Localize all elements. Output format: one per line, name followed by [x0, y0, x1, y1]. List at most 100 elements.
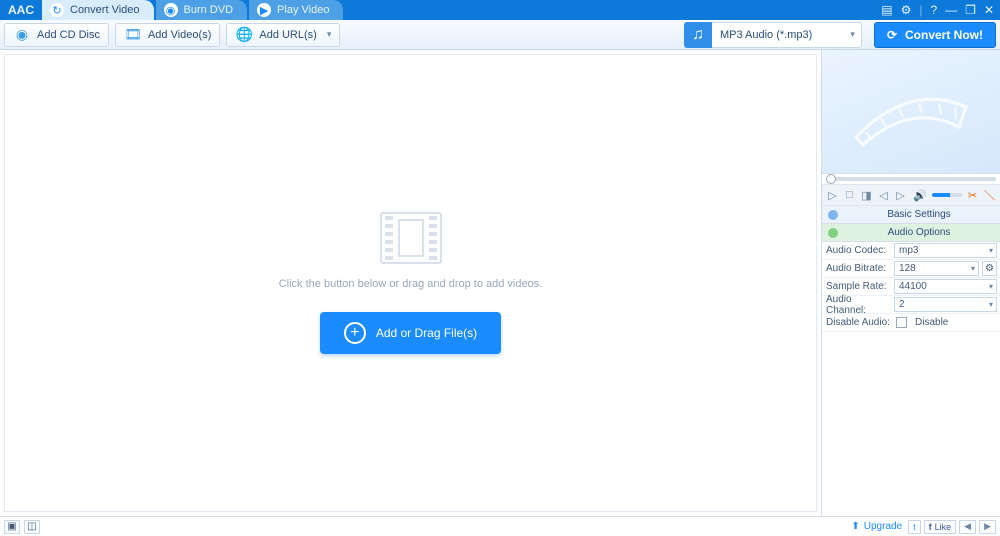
audio-channel-select[interactable]: 2 ▾	[894, 297, 997, 312]
button-label: Add CD Disc	[37, 29, 100, 41]
help-icon[interactable]: ?	[930, 3, 937, 17]
disable-audio-checkbox[interactable]	[896, 317, 907, 328]
button-label: Add or Drag File(s)	[376, 326, 477, 340]
audio-bitrate-select[interactable]: 128 ▾	[894, 261, 979, 276]
field-label: Audio Bitrate:	[822, 263, 894, 274]
tab-burn-dvd[interactable]: ◉ Burn DVD	[156, 0, 248, 20]
select-value: 128	[899, 263, 916, 274]
film-roll-icon	[851, 77, 971, 147]
maximize-icon[interactable]: ❐	[965, 3, 976, 17]
tab-label: Play Video	[277, 4, 329, 16]
bitrate-settings-button[interactable]: ⚙	[982, 261, 997, 276]
audio-options-header[interactable]: Audio Options	[822, 224, 1000, 242]
titlebar: AAC ↻ Convert Video ◉ Burn DVD ▶ Play Vi…	[0, 0, 1000, 20]
chevron-down-icon: ▾	[850, 29, 855, 40]
volume-icon[interactable]: 🔊	[911, 187, 929, 203]
tab-label: Burn DVD	[184, 4, 234, 16]
bullet-icon	[828, 228, 838, 238]
tab-label: Convert Video	[70, 4, 140, 16]
facebook-like-button[interactable]: fLike	[924, 520, 957, 534]
field-label: Sample Rate:	[822, 281, 894, 292]
share-prev-button[interactable]: ◀	[959, 520, 976, 534]
app-brand: AAC	[0, 3, 42, 17]
stop-button[interactable]: □	[843, 187, 856, 203]
volume-slider[interactable]	[932, 193, 962, 197]
add-urls-button[interactable]: 🌐 Add URL(s) ▾	[226, 23, 340, 47]
button-label: Add Video(s)	[148, 29, 211, 41]
field-label: Audio Channel:	[822, 294, 894, 316]
prev-frame-button[interactable]: ◁	[877, 187, 890, 203]
edit-icon[interactable]: ＼	[983, 187, 996, 203]
chevron-down-icon: ▾	[989, 300, 993, 309]
chevron-down-icon: ▾	[989, 282, 993, 291]
play-icon: ▶	[257, 3, 271, 17]
select-value: mp3	[899, 245, 918, 256]
twitter-button[interactable]: t	[908, 520, 921, 534]
preview-panel: ▷ □ ◨ ◁ ▷ 🔊 ✂ ＼ Basic Settings Audio Opt…	[822, 50, 1000, 516]
basic-settings-header[interactable]: Basic Settings	[822, 206, 1000, 224]
audio-channel-row: Audio Channel: 2 ▾	[822, 296, 1000, 314]
toolbar: ◉ Add CD Disc 🎞 Add Video(s) 🌐 Add URL(s…	[0, 20, 1000, 50]
checkbox-label: Disable	[915, 317, 948, 328]
chevron-down-icon: ▾	[327, 29, 332, 40]
sync-icon: ⟳	[887, 28, 897, 42]
share-next-button[interactable]: ▶	[979, 520, 996, 534]
drop-hint-text: Click the button below or drag and drop …	[279, 278, 543, 290]
output-format-select[interactable]: MP3 Audio (*.mp3) ▾	[712, 22, 862, 48]
disc-icon: ◉	[13, 26, 31, 44]
audio-options-body: Audio Codec: mp3 ▾ Audio Bitrate: 128 ▾	[822, 242, 1000, 332]
window-controls: ▤ ⚙ | ? — ❐ ✕	[881, 0, 994, 20]
add-cd-disc-button[interactable]: ◉ Add CD Disc	[4, 23, 109, 47]
bullet-icon	[828, 210, 838, 220]
play-button[interactable]: ▷	[826, 187, 839, 203]
next-frame-button[interactable]: ▷	[894, 187, 907, 203]
select-all-button[interactable]: ▣	[4, 520, 20, 534]
add-videos-button[interactable]: 🎞 Add Video(s)	[115, 23, 220, 47]
tab-convert-video[interactable]: ↻ Convert Video	[42, 0, 154, 20]
header-label: Basic Settings	[844, 209, 994, 220]
drop-zone[interactable]: Click the button below or drag and drop …	[4, 54, 817, 512]
main-area: Click the button below or drag and drop …	[0, 50, 1000, 516]
film-placeholder-icon	[380, 212, 442, 264]
minimize-icon[interactable]: —	[945, 3, 957, 17]
trim-icon[interactable]: ✂	[966, 187, 979, 203]
settings-icon[interactable]: ⚙	[901, 3, 912, 17]
disable-audio-row: Disable Audio: Disable	[822, 314, 1000, 332]
settings-accordion: Basic Settings Audio Options Audio Codec…	[822, 206, 1000, 332]
progress-slider[interactable]	[822, 174, 1000, 184]
chevron-down-icon: ▾	[989, 246, 993, 255]
deselect-all-button[interactable]: ◫	[24, 520, 40, 534]
tab-play-video[interactable]: ▶ Play Video	[249, 0, 343, 20]
file-list-panel: Click the button below or drag and drop …	[0, 50, 822, 516]
button-label: Convert Now!	[905, 28, 983, 42]
statusbar: ▣ ◫ ⬆ Upgrade t fLike ◀ ▶	[0, 516, 1000, 536]
link-label: Upgrade	[864, 521, 902, 532]
select-value: MP3 Audio (*.mp3)	[720, 29, 812, 41]
preview-window	[822, 50, 1000, 174]
media-controls: ▷ □ ◨ ◁ ▷ 🔊 ✂ ＼	[822, 184, 1000, 206]
film-icon: 🎞	[124, 26, 142, 44]
field-label: Disable Audio:	[822, 317, 894, 328]
globe-icon: 🌐	[235, 26, 253, 44]
select-value: 2	[899, 299, 905, 310]
snapshot-button[interactable]: ◨	[860, 187, 873, 203]
button-label: Add URL(s)	[259, 29, 316, 41]
music-note-icon[interactable]: ♫	[684, 22, 712, 48]
upgrade-link[interactable]: ⬆ Upgrade	[851, 521, 902, 532]
menu-icon[interactable]: ▤	[881, 3, 892, 17]
plus-circle-icon: +	[344, 322, 366, 344]
add-or-drag-files-button[interactable]: + Add or Drag File(s)	[320, 312, 501, 354]
chevron-down-icon: ▾	[971, 264, 975, 273]
disc-icon: ◉	[164, 3, 178, 17]
audio-bitrate-row: Audio Bitrate: 128 ▾ ⚙	[822, 260, 1000, 278]
main-tabs: ↻ Convert Video ◉ Burn DVD ▶ Play Video	[42, 0, 345, 20]
sample-rate-select[interactable]: 44100 ▾	[894, 279, 997, 294]
upload-icon: ⬆	[851, 521, 859, 532]
refresh-icon: ↻	[50, 3, 64, 17]
convert-now-button[interactable]: ⟳ Convert Now!	[874, 22, 996, 48]
field-label: Audio Codec:	[822, 245, 894, 256]
audio-codec-row: Audio Codec: mp3 ▾	[822, 242, 1000, 260]
audio-codec-select[interactable]: mp3 ▾	[894, 243, 997, 258]
close-icon[interactable]: ✕	[984, 3, 994, 17]
select-value: 44100	[899, 281, 927, 292]
